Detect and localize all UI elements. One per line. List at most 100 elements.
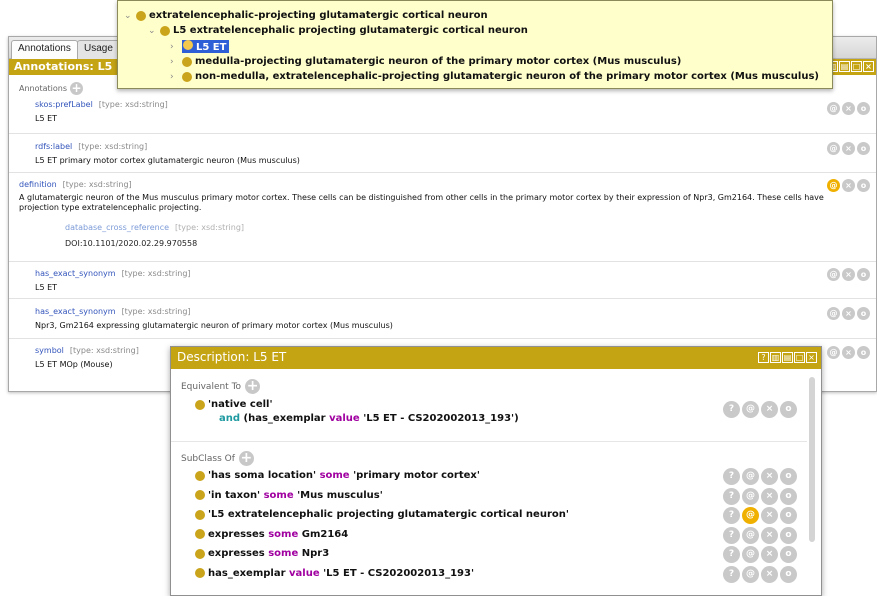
annotations-label: Annotations <box>19 84 68 93</box>
help-icon[interactable]: ? <box>758 352 769 363</box>
annotation-row: has_exact_synonym [type: xsd:string] L5 E… <box>9 269 876 293</box>
annotations-section-label: Annotations + <box>19 82 84 95</box>
hierarchy-item[interactable]: ⌄ extratelencephalic-projecting glutamat… <box>124 10 488 21</box>
subclass-keyword: some <box>319 470 350 481</box>
delete-icon[interactable]: × <box>761 487 778 505</box>
class-icon <box>195 490 205 500</box>
delete-icon[interactable]: × <box>761 565 778 583</box>
hierarchy-item[interactable]: ⌄ L5 extratelencephalic projecting gluta… <box>148 25 528 36</box>
nested-annotation-property[interactable]: database_cross_reference <box>65 223 169 232</box>
class-hierarchy-tooltip: ⌄ extratelencephalic-projecting glutamat… <box>117 0 833 89</box>
annotate-icon[interactable]: @ <box>742 526 759 544</box>
class-icon <box>195 529 205 539</box>
chevron-down-icon[interactable]: ⌄ <box>148 26 160 36</box>
maximize-icon[interactable]: □ <box>794 352 805 363</box>
equivalent-class-expression[interactable]: 'native cell' <box>195 399 273 410</box>
annotation-property[interactable]: symbol <box>35 346 64 355</box>
subclass-row[interactable]: 'in taxon' some 'Mus musculus' <box>195 490 383 501</box>
selected-class[interactable]: L5 ET <box>182 40 230 53</box>
delete-icon[interactable]: × <box>842 179 855 192</box>
annotations-window: Annotations Usage Annotations: L5 ET ▥ ▤… <box>8 36 877 392</box>
explain-icon[interactable]: ? <box>723 487 740 505</box>
annotation-value: Npr3, Gm2164 expressing glutamatergic ne… <box>35 321 393 330</box>
annotation-property[interactable]: has_exact_synonym <box>35 307 116 316</box>
chevron-right-icon[interactable]: › <box>170 57 182 67</box>
subclass-row[interactable]: expresses some Gm2164 <box>195 529 348 540</box>
annotate-icon[interactable]: @ <box>742 401 759 418</box>
hierarchy-item-selected[interactable]: › L5 ET <box>170 40 230 53</box>
tab-usage[interactable]: Usage <box>77 40 120 59</box>
annotation-property[interactable]: has_exact_synonym <box>35 269 116 278</box>
delete-icon[interactable]: × <box>761 507 778 524</box>
delete-icon[interactable]: × <box>842 142 855 155</box>
delete-icon[interactable]: × <box>842 268 855 281</box>
annotation-property[interactable]: skos:prefLabel <box>35 100 93 109</box>
split-horizontal-icon[interactable]: ▤ <box>782 352 793 363</box>
edit-icon[interactable]: o <box>780 546 797 563</box>
subclass-row[interactable]: expresses some Npr3 <box>195 548 329 559</box>
annotate-icon[interactable]: @ <box>827 102 840 115</box>
edit-icon[interactable]: o <box>780 487 797 505</box>
edit-icon[interactable]: o <box>780 507 797 524</box>
delete-icon[interactable]: × <box>842 102 855 115</box>
annotate-icon[interactable]: @ <box>742 546 759 563</box>
annotate-icon[interactable]: @ <box>742 487 759 505</box>
split-vertical-icon[interactable]: ▥ <box>770 352 781 363</box>
annotate-icon[interactable]: @ <box>742 565 759 583</box>
edit-icon[interactable]: o <box>857 142 870 155</box>
explain-icon[interactable]: ? <box>723 526 740 544</box>
explain-icon[interactable]: ? <box>723 468 740 485</box>
add-superclass-button[interactable]: + <box>238 451 254 466</box>
annotate-icon[interactable]: @ <box>827 346 840 359</box>
split-horizontal-icon[interactable]: ▤ <box>839 61 850 72</box>
edit-icon[interactable]: o <box>780 526 797 544</box>
description-body: Equivalent To + 'native cell' and (has_e… <box>171 369 821 595</box>
class-icon <box>195 568 205 578</box>
chevron-down-icon[interactable]: ⌄ <box>124 11 136 21</box>
tab-annotations[interactable]: Annotations <box>11 40 78 59</box>
edit-icon[interactable]: o <box>780 468 797 485</box>
subclass-row[interactable]: has_exemplar value 'L5 ET - CS202002013_… <box>195 568 474 579</box>
hierarchy-item[interactable]: › non-medulla, extratelencephalic-projec… <box>170 71 819 82</box>
delete-icon[interactable]: × <box>761 468 778 485</box>
edit-icon[interactable]: o <box>857 268 870 281</box>
annotate-icon[interactable]: @ <box>742 468 759 485</box>
annotate-icon[interactable]: @ <box>827 179 840 192</box>
explain-icon[interactable]: ? <box>723 546 740 563</box>
explain-icon[interactable]: ? <box>723 565 740 583</box>
edit-icon[interactable]: o <box>780 565 797 583</box>
chevron-right-icon[interactable]: › <box>170 72 182 82</box>
equivalent-class-restriction[interactable]: and (has_exemplar value 'L5 ET - CS20200… <box>219 413 519 424</box>
chevron-right-icon[interactable]: › <box>170 42 182 52</box>
annotation-property[interactable]: rdfs:label <box>35 142 72 151</box>
divider <box>9 261 876 262</box>
explain-icon[interactable]: ? <box>723 401 740 418</box>
annotate-icon[interactable]: @ <box>827 307 840 320</box>
edit-icon[interactable]: o <box>857 179 870 192</box>
subclass-filler: 'L5 ET - CS202002013_193' <box>323 567 475 579</box>
divider <box>9 172 876 173</box>
edit-icon[interactable]: o <box>857 346 870 359</box>
edit-icon[interactable]: o <box>780 401 797 418</box>
hierarchy-item[interactable]: › medulla-projecting glutamatergic neuro… <box>170 56 681 67</box>
delete-icon[interactable]: × <box>761 401 778 418</box>
add-annotation-button[interactable]: + <box>70 82 84 95</box>
close-icon[interactable]: × <box>806 352 817 363</box>
subclass-row[interactable]: 'has soma location' some 'primary motor … <box>195 470 480 481</box>
delete-icon[interactable]: × <box>842 346 855 359</box>
annotate-icon[interactable]: @ <box>827 142 840 155</box>
vertical-scrollbar[interactable] <box>809 377 815 542</box>
maximize-icon[interactable]: □ <box>851 61 862 72</box>
close-icon[interactable]: × <box>863 61 874 72</box>
annotation-property[interactable]: definition <box>19 180 57 189</box>
annotate-icon[interactable]: @ <box>827 268 840 281</box>
edit-icon[interactable]: o <box>857 307 870 320</box>
explain-icon[interactable]: ? <box>723 507 740 524</box>
annotate-icon[interactable]: @ <box>742 507 759 524</box>
delete-icon[interactable]: × <box>761 526 778 544</box>
delete-icon[interactable]: × <box>842 307 855 320</box>
subclass-row[interactable]: 'L5 extratelencephalic projecting glutam… <box>195 509 569 520</box>
delete-icon[interactable]: × <box>761 546 778 563</box>
add-equivalent-button[interactable]: + <box>245 379 261 394</box>
edit-icon[interactable]: o <box>857 102 870 115</box>
